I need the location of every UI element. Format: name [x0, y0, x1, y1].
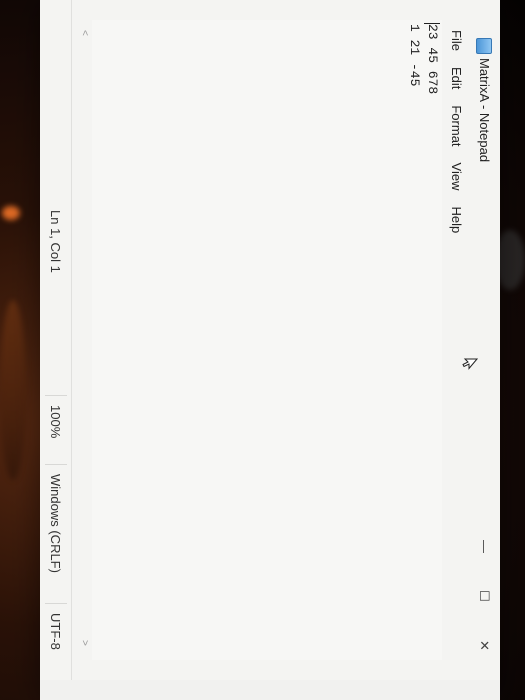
window-title: MatrixA - Notepad [477, 58, 492, 163]
status-bar: Ln 1, Col 1 100% Windows (CRLF) UTF-8 [40, 0, 72, 680]
cursor-position: Ln 1, Col 1 [48, 210, 63, 273]
menu-edit[interactable]: Edit [444, 67, 464, 89]
status-divider [45, 464, 67, 465]
text-editor-area[interactable]: 23 45 678 1 21 -45 [92, 20, 442, 660]
status-divider [45, 603, 67, 604]
mouse-pointer-icon [462, 358, 478, 370]
scroll-right-arrow[interactable]: > [79, 640, 90, 646]
scroll-left-arrow[interactable]: < [79, 30, 90, 36]
title-bar: MatrixA - Notepad — ☐ ✕ [466, 0, 500, 680]
notepad-app-icon [476, 38, 492, 54]
menu-format[interactable]: Format [444, 105, 464, 146]
menu-help[interactable]: Help [444, 206, 464, 233]
text-line: 23 45 678 [425, 24, 440, 95]
monitor-screen: MatrixA - Notepad — ☐ ✕ File Edit Format… [40, 0, 500, 700]
text-line: 1 21 -45 [407, 24, 422, 87]
notepad-window: MatrixA - Notepad — ☐ ✕ File Edit Format… [40, 0, 500, 680]
close-button[interactable]: ✕ [476, 640, 492, 651]
background-glow [0, 300, 26, 480]
menu-view[interactable]: View [444, 163, 464, 191]
minimize-button[interactable]: — [477, 540, 492, 553]
menu-file[interactable]: File [444, 30, 464, 51]
menu-bar: File Edit Format View Help [444, 30, 464, 233]
encoding: UTF-8 [48, 613, 63, 650]
status-divider [45, 395, 67, 396]
maximize-button[interactable]: ☐ [476, 590, 492, 602]
zoom-level: 100% [48, 405, 63, 439]
line-ending: Windows (CRLF) [48, 474, 63, 573]
background-light [2, 206, 20, 220]
